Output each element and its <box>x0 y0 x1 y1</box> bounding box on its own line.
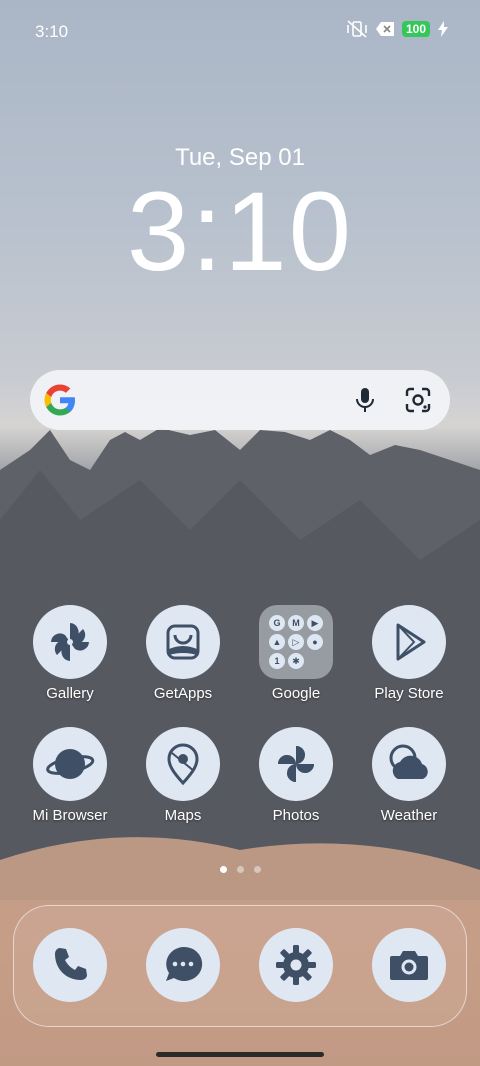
pinwheel-icon <box>259 727 333 801</box>
map-pin-icon <box>146 727 220 801</box>
status-bar: 3:10 100 <box>0 0 480 62</box>
play-icon <box>372 605 446 679</box>
no-sim-icon <box>375 22 394 36</box>
app-mi-browser[interactable]: Mi Browser <box>20 727 120 824</box>
google-mini-icon: G <box>269 615 285 631</box>
youtube-mini-icon: ▶ <box>307 615 323 631</box>
dock-camera[interactable] <box>372 928 446 1002</box>
app-label: Weather <box>380 807 438 824</box>
battery-level: 100 <box>401 21 430 37</box>
google-logo-icon <box>44 384 75 416</box>
app-gallery[interactable]: Gallery <box>20 605 120 702</box>
status-time: 3:10 <box>35 22 69 41</box>
page-dot[interactable] <box>253 866 261 873</box>
app-play-store[interactable]: Play Store <box>359 605 459 702</box>
cloud-icon <box>372 727 446 801</box>
microphone-icon[interactable] <box>355 387 375 413</box>
dock-phone[interactable] <box>33 928 107 1002</box>
app-weather[interactable]: Weather <box>359 727 459 824</box>
chat-icon <box>166 946 203 981</box>
app-photos[interactable]: Photos <box>246 727 346 824</box>
asterisk-mini-icon: ✱ <box>288 653 304 669</box>
drive-mini-icon: ▲ <box>269 634 285 650</box>
status-icons: 100 <box>346 20 448 38</box>
app-label: Maps <box>164 807 202 824</box>
vibrate-off-icon <box>347 20 367 38</box>
one-mini-icon: 1 <box>269 653 285 669</box>
meet-mini-icon: ● <box>307 634 323 650</box>
play-mini-icon: ▷ <box>288 634 304 650</box>
pinwheel-icon <box>33 605 107 679</box>
google-search-bar[interactable] <box>30 370 450 430</box>
page-dot[interactable] <box>219 866 227 873</box>
phone-icon <box>55 948 87 980</box>
dock-messages[interactable] <box>146 928 220 1002</box>
app-label: Play Store <box>374 685 444 702</box>
app-getapps[interactable]: GetApps <box>133 605 233 702</box>
app-label: GetApps <box>153 685 213 702</box>
camera-icon <box>390 951 428 980</box>
folder-icon: G M ▶ ▲ ▷ ● 1 ✱ <box>259 605 333 679</box>
app-label: Google <box>271 685 321 702</box>
page-indicator[interactable] <box>0 866 480 873</box>
planet-icon <box>33 727 107 801</box>
app-google-folder[interactable]: G M ▶ ▲ ▷ ● 1 ✱ Google <box>246 605 346 702</box>
app-maps[interactable]: Maps <box>133 727 233 824</box>
charging-icon <box>438 21 448 37</box>
app-label: Gallery <box>46 685 94 702</box>
gear-icon <box>276 945 316 985</box>
app-label: Mi Browser <box>32 807 108 824</box>
shopping-bag-icon <box>146 605 220 679</box>
lockscreen-clock[interactable]: 3:10 <box>0 176 480 288</box>
gmail-mini-icon: M <box>288 615 304 631</box>
dock-settings[interactable] <box>259 928 333 1002</box>
page-dot[interactable] <box>236 866 244 873</box>
lockscreen-date: Tue, Sep 01 <box>175 144 305 171</box>
home-indicator[interactable] <box>156 1052 324 1057</box>
google-lens-icon[interactable] <box>404 386 432 414</box>
app-label: Photos <box>272 807 320 824</box>
